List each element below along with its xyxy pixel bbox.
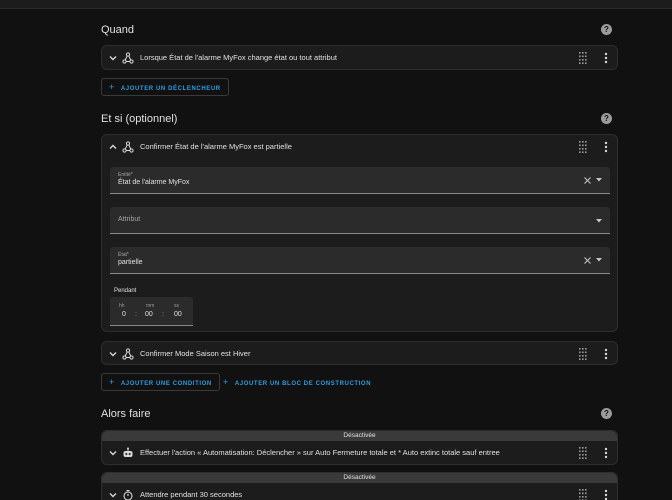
close-icon[interactable] bbox=[584, 257, 591, 264]
dropdown-arrow-icon[interactable] bbox=[596, 258, 602, 262]
top-app-bar bbox=[0, 0, 672, 9]
entity-field-label: Entité* bbox=[118, 172, 133, 178]
robot-icon bbox=[123, 447, 133, 457]
state-node-icon bbox=[122, 348, 134, 360]
add-condition-button[interactable]: + AJOUTER UNE CONDITION bbox=[101, 373, 220, 391]
trigger-card[interactable]: Lorsque État de l'alarme MyFox change ét… bbox=[101, 45, 618, 70]
drag-handle-icon[interactable] bbox=[579, 52, 587, 64]
more-vert-icon[interactable] bbox=[602, 348, 610, 360]
duration-label: Pendant bbox=[114, 288, 137, 294]
state-node-icon bbox=[122, 141, 134, 153]
duration-input[interactable]: hh mm ss 0 : 00 : 00 bbox=[110, 297, 193, 326]
chevron-down-icon[interactable] bbox=[108, 53, 118, 63]
condition-row[interactable]: Confirmer Mode Saison est Hiver bbox=[102, 342, 617, 366]
state-field-label: État* bbox=[118, 252, 129, 258]
more-vert-icon[interactable] bbox=[602, 447, 610, 459]
state-field-value: partielle bbox=[118, 259, 143, 266]
condition-label: Confirmer État de l'alarme MyFox est par… bbox=[140, 142, 292, 151]
plus-icon: + bbox=[223, 377, 229, 387]
disabled-banner: Désactivée bbox=[102, 431, 617, 441]
chevron-down-icon[interactable] bbox=[108, 349, 118, 359]
drag-handle-icon[interactable] bbox=[579, 141, 587, 153]
action-card[interactable]: Désactivée Attendre pendant 30 secondes bbox=[101, 472, 618, 500]
entity-field[interactable]: Entité* État de l'alarme MyFox bbox=[110, 167, 610, 194]
drag-handle-icon[interactable] bbox=[579, 489, 587, 500]
time-separator: : bbox=[135, 311, 137, 318]
seconds-label: ss bbox=[174, 303, 179, 309]
help-circle-icon[interactable]: ? bbox=[601, 408, 612, 419]
chevron-up-icon[interactable] bbox=[108, 142, 118, 152]
state-field[interactable]: État* partielle bbox=[110, 247, 610, 274]
hours-label: hh bbox=[119, 303, 125, 309]
drag-handle-icon[interactable] bbox=[579, 447, 587, 459]
help-circle-icon[interactable]: ? bbox=[601, 24, 612, 35]
action-label: Effectuer l'action « Automatisation: Déc… bbox=[140, 448, 500, 457]
trigger-row[interactable]: Lorsque État de l'alarme MyFox change ét… bbox=[102, 46, 617, 70]
minutes-label: mm bbox=[146, 303, 155, 309]
plus-icon: + bbox=[109, 377, 115, 387]
close-icon[interactable] bbox=[584, 177, 591, 184]
timer-icon bbox=[123, 490, 133, 500]
condition-card-expanded[interactable]: Confirmer État de l'alarme MyFox est par… bbox=[101, 134, 618, 332]
chevron-down-icon[interactable] bbox=[108, 490, 118, 500]
attribute-field-label: Attribut bbox=[118, 216, 141, 223]
section-title-then: Alors faire bbox=[101, 408, 151, 420]
add-building-block-button[interactable]: + AJOUTER UN BLOC DE CONSTRUCTION bbox=[223, 373, 371, 391]
trigger-label: Lorsque État de l'alarme MyFox change ét… bbox=[140, 53, 337, 62]
section-title-if: Et si (optionnel) bbox=[101, 113, 178, 125]
disabled-banner: Désactivée bbox=[102, 473, 617, 483]
chevron-down-icon[interactable] bbox=[108, 448, 118, 458]
more-vert-icon[interactable] bbox=[602, 52, 610, 64]
action-row[interactable]: Effectuer l'action « Automatisation: Déc… bbox=[102, 441, 617, 465]
condition-label: Confirmer Mode Saison est Hiver bbox=[140, 349, 251, 358]
help-circle-icon[interactable]: ? bbox=[601, 113, 612, 124]
drag-handle-icon[interactable] bbox=[579, 348, 587, 360]
action-label: Attendre pendant 30 secondes bbox=[140, 490, 243, 499]
more-vert-icon[interactable] bbox=[602, 141, 610, 153]
entity-field-value: État de l'alarme MyFox bbox=[118, 179, 190, 186]
seconds-value[interactable]: 00 bbox=[174, 311, 182, 318]
time-separator: : bbox=[162, 311, 164, 318]
more-vert-icon[interactable] bbox=[602, 489, 610, 500]
condition-card[interactable]: Confirmer Mode Saison est Hiver bbox=[101, 341, 618, 365]
hours-value[interactable]: 0 bbox=[122, 311, 126, 318]
dropdown-arrow-icon[interactable] bbox=[596, 219, 602, 223]
action-card[interactable]: Désactivée Effectuer l'action « Automati… bbox=[101, 430, 618, 465]
add-trigger-button[interactable]: + AJOUTER UN DÉCLENCHEUR bbox=[101, 78, 229, 96]
dropdown-arrow-icon[interactable] bbox=[596, 178, 602, 182]
section-title-when: Quand bbox=[101, 24, 135, 36]
minutes-value[interactable]: 00 bbox=[145, 311, 153, 318]
action-row[interactable]: Attendre pendant 30 secondes bbox=[102, 483, 617, 500]
attribute-field[interactable]: Attribut bbox=[110, 207, 610, 234]
plus-icon: + bbox=[109, 82, 115, 92]
state-node-icon bbox=[122, 52, 134, 64]
condition-row[interactable]: Confirmer État de l'alarme MyFox est par… bbox=[102, 135, 617, 159]
